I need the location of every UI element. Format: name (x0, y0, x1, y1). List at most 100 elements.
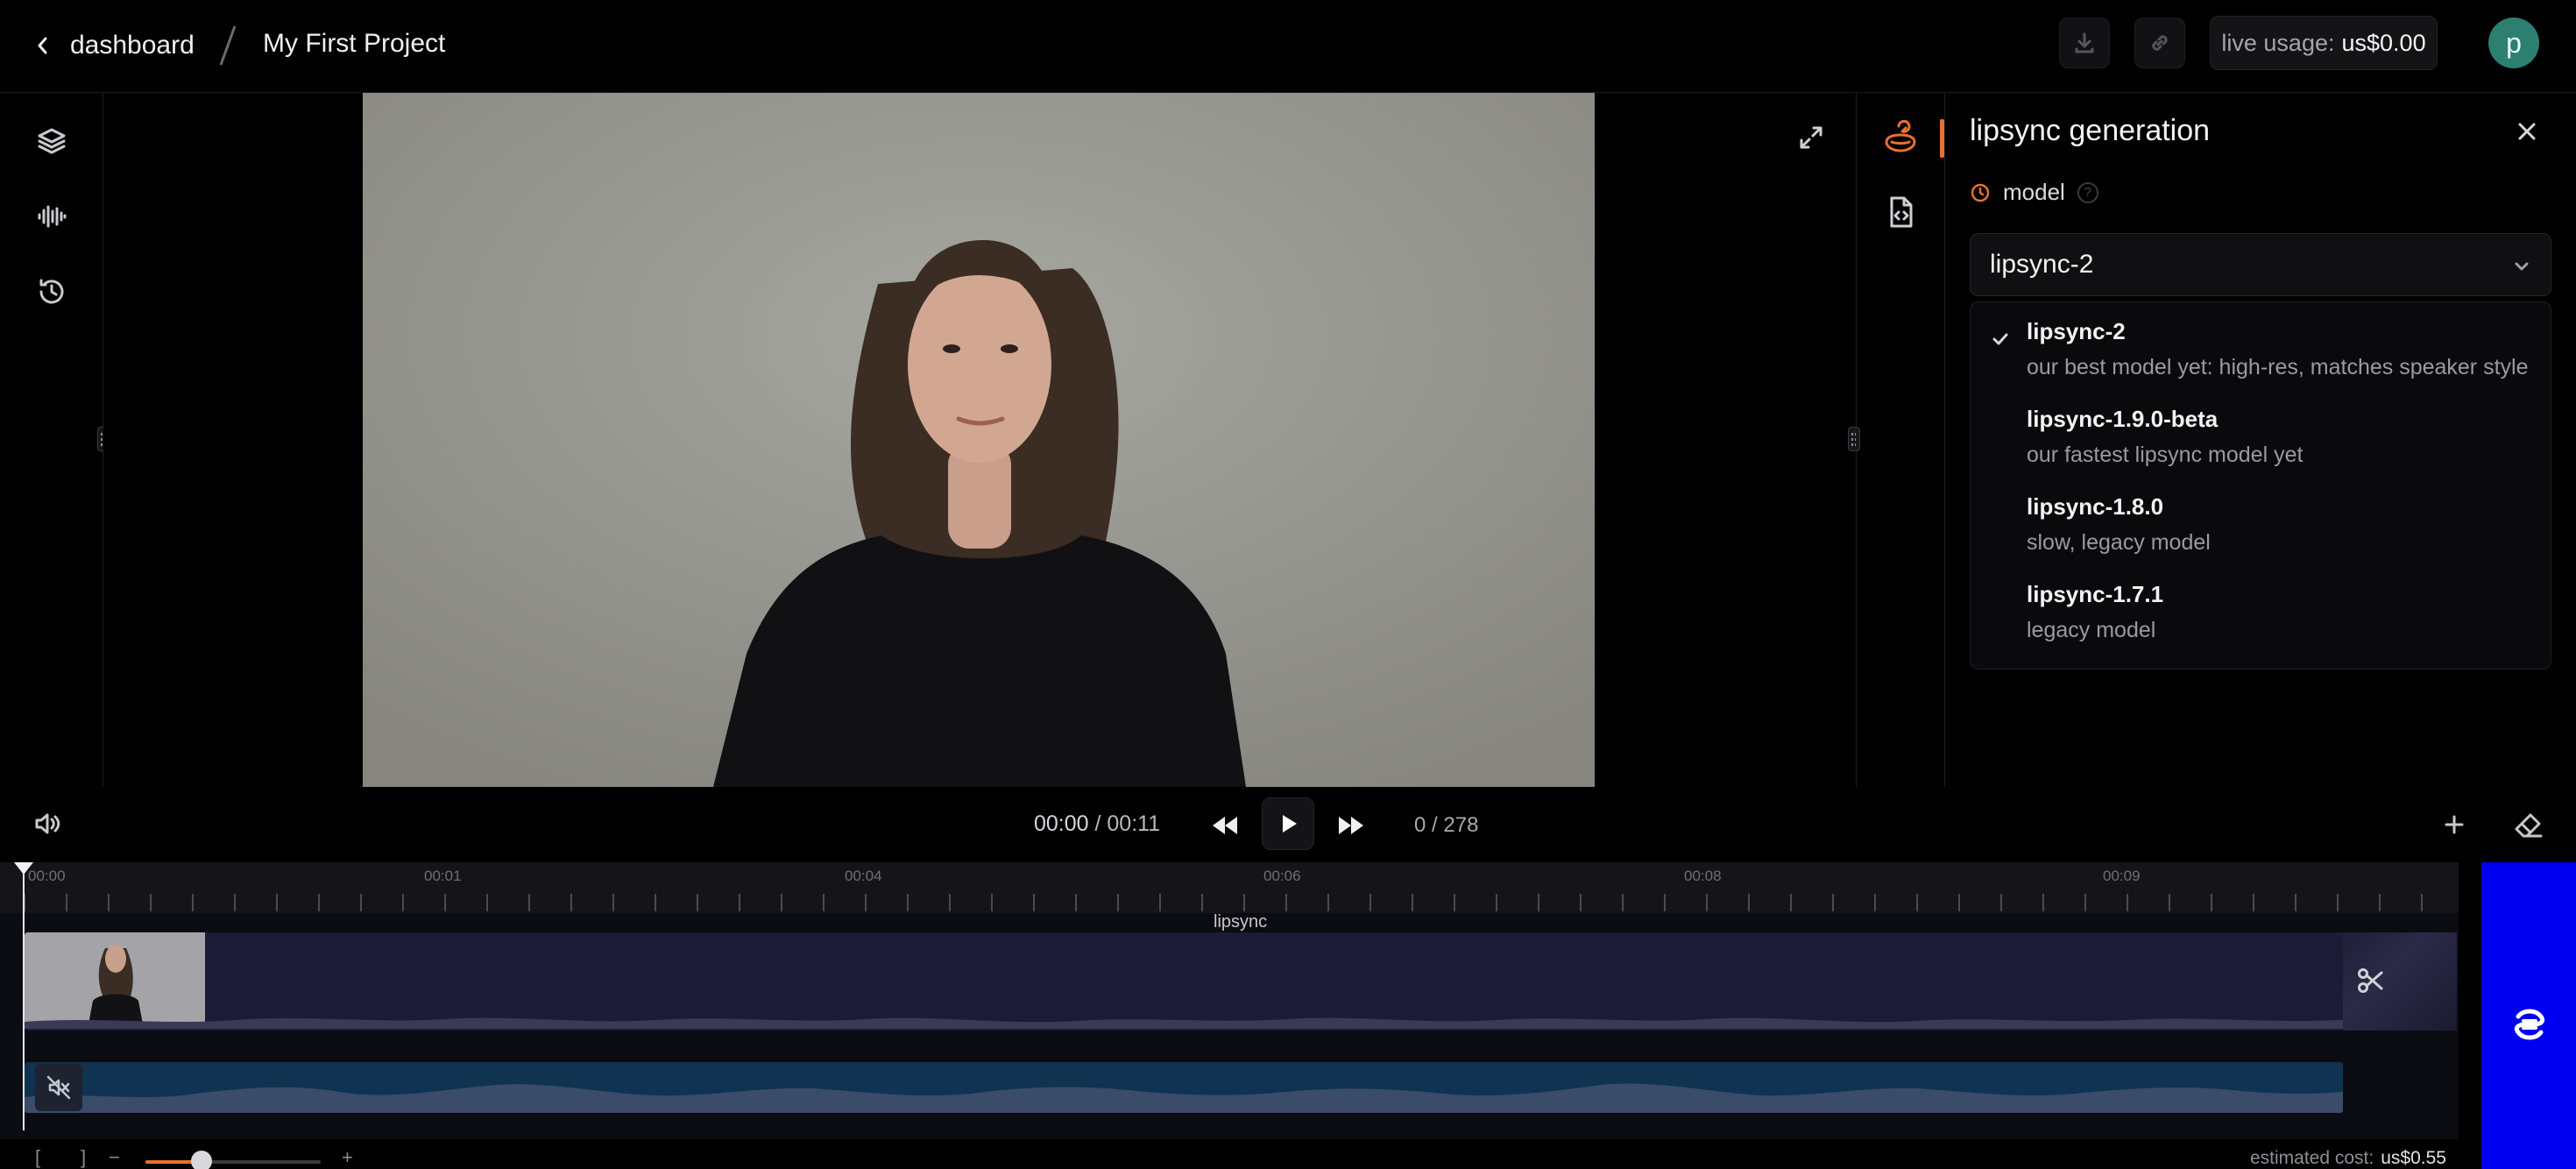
option-description: our fastest lipsync model yet (2027, 443, 2304, 467)
audio-waveform (25, 1083, 2343, 1113)
option-title: lipsync-1.8.0 (2027, 493, 2164, 520)
chevron-down-icon (2512, 257, 2531, 276)
option-title: lipsync-1.7.1 (2027, 581, 2164, 607)
eraser-button[interactable] (2511, 808, 2546, 843)
zoom-in-button[interactable]: + (342, 1146, 353, 1169)
brand-logo-icon[interactable] (2508, 1003, 2551, 1046)
out-point-button[interactable]: ] (81, 1146, 86, 1169)
project-title[interactable]: My First Project (263, 26, 445, 61)
frame-separator: / (1426, 813, 1444, 837)
model-clock-icon (1970, 182, 1991, 203)
waveform-icon (36, 201, 67, 232)
option-title: lipsync-1.9.0-beta (2027, 406, 2219, 432)
total-frames: 278 (1443, 813, 1479, 837)
audio-track[interactable] (25, 1062, 2343, 1113)
plus-icon (2438, 808, 2471, 841)
fast-forward-icon (1334, 808, 1369, 843)
video-preview-frame[interactable] (363, 93, 1595, 787)
breadcrumb-separator (217, 19, 238, 72)
ruler-label: 00:06 (1263, 868, 1301, 884)
chevron-left-icon (35, 35, 51, 56)
model-option-lipsync-1-9-0-beta[interactable]: lipsync-1.9.0-beta our fastest lipsync m… (1971, 390, 2551, 478)
frame-readout: 0 / 278 (1414, 813, 1478, 838)
live-usage-badge: live usage: us$0.00 (2210, 16, 2438, 70)
timeline-ruler[interactable]: 00:00 00:01 00:04 00:06 00:08 00:09 (0, 862, 2459, 913)
history-button[interactable] (26, 266, 77, 317)
ruler-label: 00:09 (2103, 868, 2141, 884)
play-icon (1276, 811, 1300, 836)
usage-value: us$0.00 (2341, 29, 2426, 56)
download-button[interactable] (2059, 18, 2110, 68)
zoom-out-button[interactable]: − (109, 1146, 120, 1169)
ruler-ticks (24, 894, 2423, 911)
fullscreen-button[interactable] (1796, 123, 1826, 152)
expand-icon (1796, 123, 1826, 152)
timeline-footer (0, 1139, 2481, 1169)
model-option-lipsync-1-8-0[interactable]: lipsync-1.8.0 slow, legacy model (1971, 478, 2551, 565)
fast-forward-button[interactable] (1334, 808, 1369, 843)
model-select[interactable]: lipsync-2 (1970, 233, 2551, 296)
panel-close-button[interactable] (2509, 114, 2544, 149)
est-cost-label: estimated cost: (2250, 1148, 2374, 1168)
model-dropdown-menu: lipsync-2 our best model yet: high-res, … (1970, 301, 2551, 670)
close-icon (2509, 114, 2544, 149)
model-option-lipsync-1-7-1[interactable]: lipsync-1.7.1 legacy model (1971, 565, 2551, 653)
active-tool-indicator (1940, 119, 1944, 158)
lipsync-tool-button[interactable] (1879, 117, 1921, 159)
eraser-icon (2511, 808, 2546, 843)
model-option-lipsync-2[interactable]: lipsync-2 our best model yet: high-res, … (1971, 302, 2551, 390)
time-separator: / (1088, 811, 1108, 836)
share-link-button[interactable] (2134, 18, 2185, 68)
ruler-label: 00:04 (845, 868, 882, 884)
model-label-row: model ? (1970, 179, 2098, 206)
split-clip-button[interactable] (2355, 966, 2385, 995)
back-to-dashboard-link[interactable]: dashboard (35, 21, 195, 70)
current-time: 00:00 (1034, 811, 1089, 836)
link-icon (2148, 31, 2172, 55)
in-point-button[interactable]: [ (35, 1146, 40, 1169)
option-description: slow, legacy model (2027, 530, 2211, 555)
estimated-cost: estimated cost: us$0.55 (2250, 1148, 2446, 1169)
ruler-label: 00:08 (1684, 868, 1722, 884)
rewind-button[interactable] (1207, 808, 1242, 843)
lipsync-tool-icon (1879, 117, 1921, 159)
option-title: lipsync-2 (2027, 318, 2126, 344)
help-icon[interactable]: ? (2077, 181, 2098, 203)
zoom-slider-knob[interactable] (191, 1151, 212, 1169)
user-avatar[interactable]: p (2488, 18, 2539, 68)
ruler-label: 00:01 (424, 868, 462, 884)
code-file-button[interactable] (1883, 195, 1918, 230)
total-time: 00:11 (1107, 811, 1161, 836)
right-tool-rail (1856, 93, 1945, 787)
usage-label: live usage: (2221, 29, 2335, 56)
scissors-icon (2355, 966, 2385, 995)
history-icon (36, 276, 67, 308)
model-label: model (2003, 179, 2065, 205)
download-icon (2072, 31, 2097, 55)
clip-label: lipsync (1214, 912, 1268, 932)
code-file-icon (1883, 195, 1918, 230)
option-description: legacy model (2027, 618, 2156, 642)
mute-icon (46, 1074, 72, 1101)
audio-waveform-button[interactable] (26, 191, 77, 242)
play-button[interactable] (1262, 797, 1314, 850)
volume-icon (32, 808, 63, 840)
layers-button[interactable] (26, 116, 77, 166)
speaker-video-still (363, 93, 1595, 787)
current-frame: 0 (1414, 813, 1426, 837)
add-track-button[interactable] (2438, 808, 2471, 841)
clip-waveform (25, 1017, 2457, 1029)
layers-icon (36, 125, 67, 157)
est-cost-value: us$0.55 (2381, 1148, 2446, 1168)
volume-button[interactable] (32, 808, 63, 840)
ruler-label: 00:00 (28, 868, 66, 884)
playhead-line (23, 873, 25, 1130)
panel-title: lipsync generation (1970, 114, 2211, 147)
video-clip[interactable] (25, 932, 2457, 1031)
model-select-value: lipsync-2 (1990, 250, 2094, 279)
left-tool-rail (0, 93, 103, 787)
time-readout: 00:00 / 00:11 (1034, 811, 1160, 837)
check-icon (1990, 329, 2011, 350)
rewind-icon (1207, 808, 1242, 843)
mute-track-button[interactable] (35, 1064, 82, 1111)
